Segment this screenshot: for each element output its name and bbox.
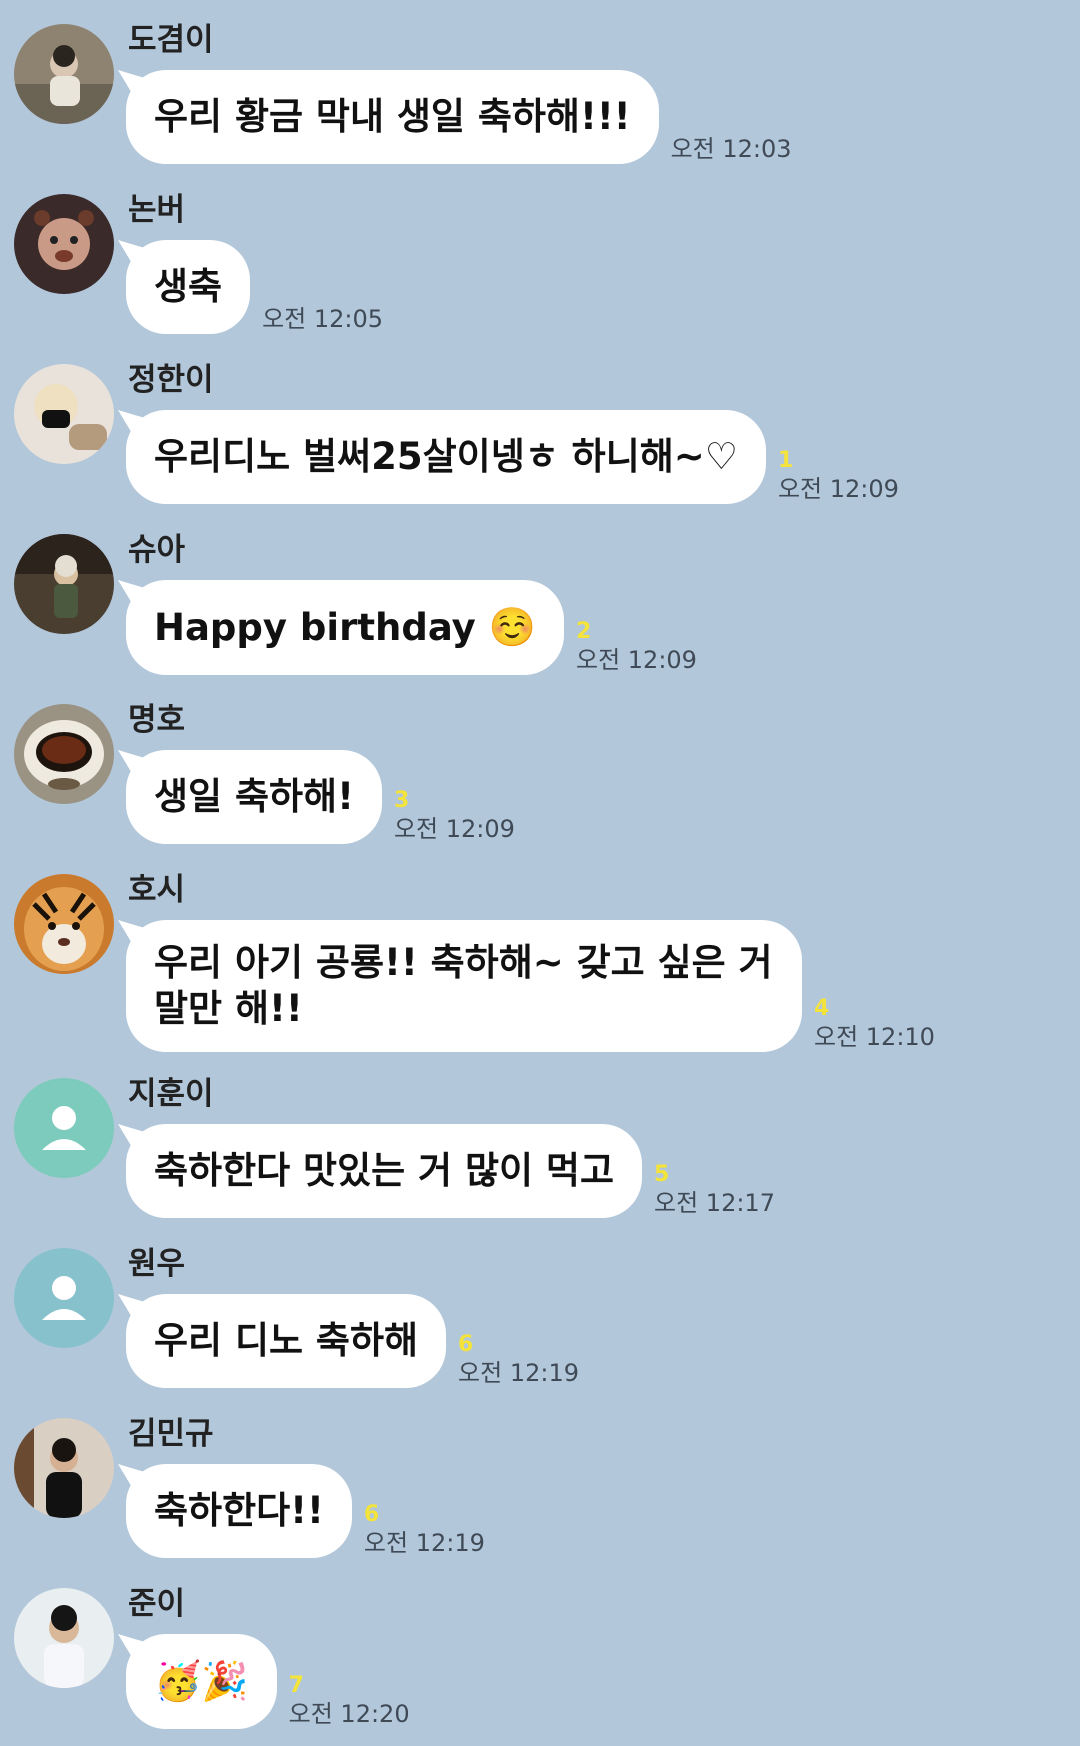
message-time: 오전 12:09 bbox=[576, 646, 697, 674]
chat-room: 도겸이 우리 황금 막내 생일 축하해!!! 오전 12:03 논버 생축 오전… bbox=[0, 0, 1080, 1746]
avatar[interactable] bbox=[14, 1248, 114, 1348]
sender-name: 호시 bbox=[128, 872, 186, 908]
message-bubble[interactable]: 우리디노 벌써25살이넹ㅎ 하니해~♡ bbox=[126, 410, 766, 504]
avatar[interactable] bbox=[14, 534, 114, 634]
message-bubble[interactable]: 생축 bbox=[126, 240, 251, 334]
message-time: 오전 12:03 bbox=[670, 135, 792, 163]
person-silhouette-icon bbox=[14, 1078, 114, 1178]
party-emoji: 🥳🎉 bbox=[154, 1659, 249, 1703]
message-bubble[interactable]: 우리 아기 공룡!! 축하해~ 갖고 싶은 거 말만 해!! bbox=[126, 920, 802, 1052]
unread-count: 4 bbox=[814, 996, 830, 1021]
sender-name: 김민규 bbox=[128, 1416, 214, 1452]
sender-name: 도겸이 bbox=[128, 22, 214, 58]
avatar[interactable] bbox=[14, 704, 114, 804]
unread-count: 1 bbox=[777, 448, 794, 473]
avatar[interactable] bbox=[14, 874, 114, 974]
sender-name: 명호 bbox=[128, 702, 186, 738]
unread-count: 5 bbox=[654, 1162, 670, 1187]
message-bubble[interactable]: 생일 축하해! bbox=[126, 750, 382, 844]
sender-name: 슈아 bbox=[128, 532, 186, 568]
message-time: 오전 12:19 bbox=[363, 1529, 485, 1557]
unread-count: 3 bbox=[393, 788, 410, 813]
sender-name: 원우 bbox=[128, 1246, 186, 1282]
message-time: 오전 12:19 bbox=[458, 1359, 579, 1387]
avatar[interactable] bbox=[14, 194, 114, 294]
message-bubble[interactable]: 축하한다!! bbox=[126, 1464, 352, 1558]
message-bubble[interactable]: 우리 황금 막내 생일 축하해!!! bbox=[126, 70, 659, 164]
avatar[interactable] bbox=[14, 1078, 114, 1178]
person-silhouette-icon bbox=[14, 1248, 114, 1348]
message-time: 오전 12:17 bbox=[654, 1189, 775, 1217]
message-time: 오전 12:09 bbox=[777, 475, 899, 503]
message-text: Happy birthday bbox=[154, 606, 476, 649]
message-bubble[interactable]: Happy birthday ☺️ bbox=[126, 580, 564, 675]
unread-count: 6 bbox=[363, 1502, 380, 1527]
message-bubble[interactable]: 🥳🎉 bbox=[126, 1634, 277, 1729]
message-bubble[interactable]: 우리 디노 축하해 bbox=[126, 1294, 447, 1388]
sender-name: 준이 bbox=[128, 1586, 186, 1622]
sender-name: 정한이 bbox=[128, 362, 214, 398]
unread-count: 2 bbox=[576, 619, 592, 644]
avatar[interactable] bbox=[14, 364, 114, 464]
avatar[interactable] bbox=[14, 1418, 114, 1518]
message-time: 오전 12:09 bbox=[393, 815, 515, 843]
avatar[interactable] bbox=[14, 1588, 114, 1688]
message-time: 오전 12:10 bbox=[814, 1023, 935, 1051]
unread-count: 7 bbox=[288, 1673, 304, 1698]
sender-name: 지훈이 bbox=[128, 1076, 214, 1112]
message-bubble[interactable]: 축하한다 맛있는 거 많이 먹고 bbox=[126, 1124, 643, 1218]
smiling-face-emoji: ☺️ bbox=[488, 605, 536, 649]
message-time: 오전 12:05 bbox=[262, 305, 384, 333]
sender-name: 논버 bbox=[128, 192, 186, 228]
message-time: 오전 12:20 bbox=[288, 1700, 410, 1728]
avatar[interactable] bbox=[14, 24, 114, 124]
unread-count: 6 bbox=[458, 1332, 474, 1357]
